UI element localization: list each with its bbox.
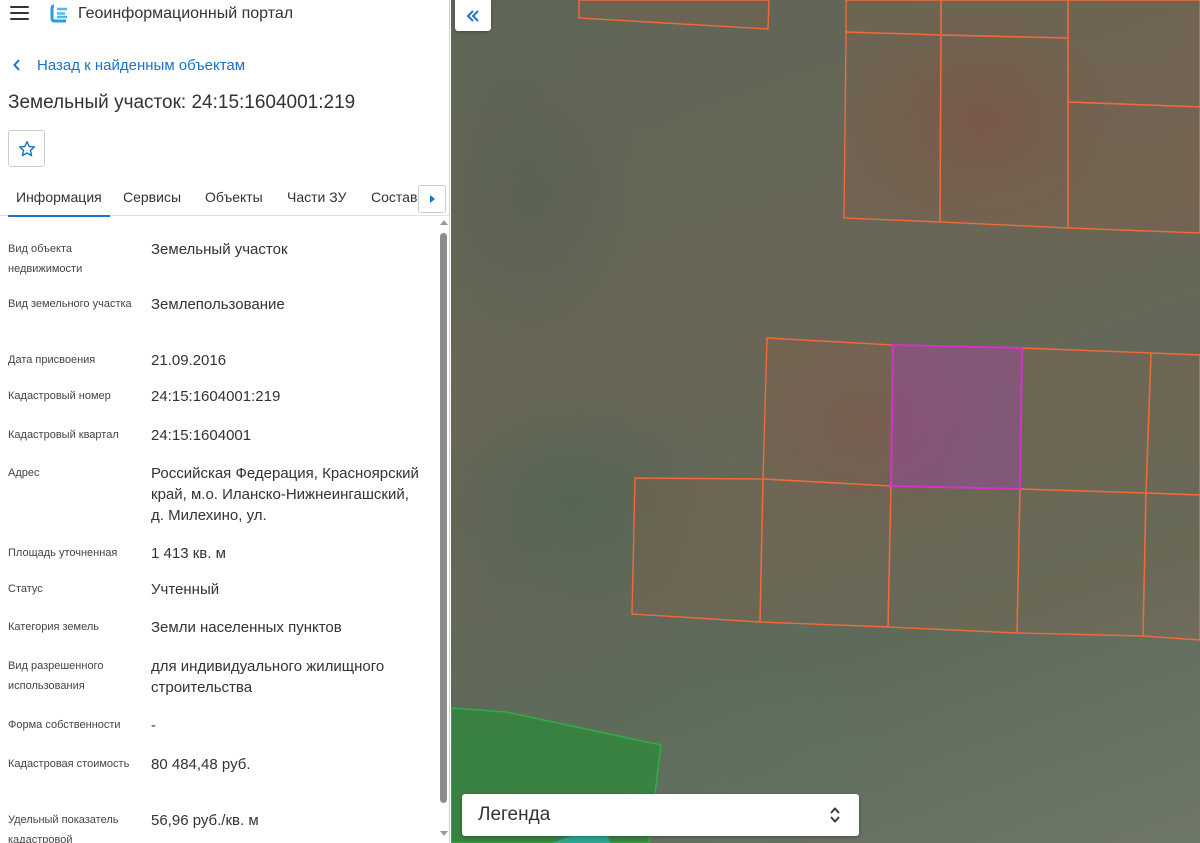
map-view[interactable]: Легенда: [451, 0, 1200, 843]
info-value: 80 484,48 руб.: [151, 756, 251, 773]
scrollbar-thumb[interactable]: [440, 233, 447, 803]
info-label: Форма собственности: [8, 719, 121, 731]
info-value: для индивидуального жилищного строительс…: [151, 658, 385, 696]
cadastral-parcel[interactable]: [1067, 0, 1200, 108]
cadastral-parcel[interactable]: [578, 0, 770, 30]
cadastral-parcel[interactable]: [939, 34, 1069, 229]
info-value: 24:15:1604001:219: [151, 388, 281, 405]
info-panel: Геоинформационный портал Назад к найденн…: [0, 0, 450, 843]
selected-parcel[interactable]: [889, 343, 1024, 491]
tab-bar: Информация Сервисы Объекты Части ЗУ Сост…: [0, 179, 449, 217]
tab-services[interactable]: Сервисы: [123, 189, 181, 205]
cadastral-parcel[interactable]: [1067, 101, 1200, 234]
info-value: -: [151, 717, 156, 734]
legend-dropdown[interactable]: Легенда: [462, 794, 859, 836]
info-value: Земли населенных пунктов: [151, 619, 342, 636]
cadastral-parcel[interactable]: [631, 477, 764, 623]
legend-label: Легенда: [478, 804, 551, 825]
collapse-panel-button[interactable]: [455, 0, 491, 31]
cadastral-parcel[interactable]: [1145, 352, 1200, 496]
tab-objects[interactable]: Объекты: [205, 189, 263, 205]
info-value: 56,96 руб./кв. м: [151, 812, 259, 829]
info-label: Площадь уточненная: [8, 547, 118, 559]
double-chevron-left-icon: [466, 9, 479, 22]
up-down-arrows-icon: [830, 807, 840, 823]
info-label: Статус: [8, 583, 43, 595]
info-label: Вид объекта недвижимости: [8, 243, 83, 275]
hamburger-icon[interactable]: [10, 6, 29, 20]
info-label: Вид земельного участка: [8, 298, 132, 310]
back-to-results-link[interactable]: Назад к найденным объектам: [12, 55, 245, 75]
info-label: Кадастровый квартал: [8, 429, 119, 441]
tab-composition[interactable]: Состав: [371, 189, 417, 205]
caret-right-icon: [430, 195, 435, 203]
portal-logo-icon: [50, 4, 67, 23]
favorite-button[interactable]: [8, 130, 45, 167]
scroll-up-arrow-icon[interactable]: [440, 220, 448, 225]
cadastral-parcel[interactable]: [759, 478, 892, 628]
info-value: Земельный участок: [151, 241, 288, 258]
tab-parts[interactable]: Части ЗУ: [287, 189, 346, 205]
info-value: 21.09.2016: [151, 352, 227, 369]
info-scrollbar[interactable]: [437, 220, 449, 843]
info-value: Землепользование: [151, 296, 285, 313]
info-list: Вид объекта недвижимости Земельный участ…: [0, 217, 436, 843]
tabs-next-button[interactable]: [418, 185, 446, 213]
cadastral-parcel[interactable]: [1142, 492, 1200, 641]
cadastral-parcel[interactable]: [940, 0, 1069, 39]
info-label: Кадастровая стоимость: [8, 758, 130, 770]
app-title: Геоинформационный портал: [78, 5, 294, 22]
cadastral-parcel[interactable]: [843, 31, 942, 223]
info-label: Дата присвоения: [8, 354, 96, 366]
info-value: 24:15:1604001: [151, 427, 252, 444]
info-label: Кадастровый номер: [8, 390, 111, 402]
cadastral-parcel[interactable]: [1016, 488, 1147, 637]
star-icon: [18, 140, 35, 156]
chevron-left-icon: [13, 59, 20, 71]
tab-information[interactable]: Информация: [8, 189, 110, 217]
info-label: Адрес: [8, 467, 40, 479]
parcel-layer: [451, 0, 1200, 843]
info-value: 1 413 кв. м: [151, 545, 226, 562]
cadastral-parcel[interactable]: [1019, 347, 1152, 494]
scroll-down-arrow-icon[interactable]: [440, 831, 448, 836]
info-label: Удельный показатель кадастровой: [8, 814, 119, 843]
object-title: Земельный участок: 24:15:1604001:219: [8, 92, 356, 113]
info-value: Учтенный: [151, 581, 220, 598]
info-label: Вид разрешенного использования: [8, 660, 104, 692]
cadastral-parcel[interactable]: [887, 485, 1021, 634]
info-value: Российская Федерация, Красноярский край,…: [151, 465, 419, 524]
cadastral-parcel[interactable]: [845, 0, 942, 36]
info-label: Категория земель: [8, 621, 99, 633]
top-bar: Геоинформационный портал: [0, 0, 449, 30]
back-link-label: Назад к найденным объектам: [37, 56, 246, 74]
cadastral-parcel[interactable]: [762, 337, 894, 487]
